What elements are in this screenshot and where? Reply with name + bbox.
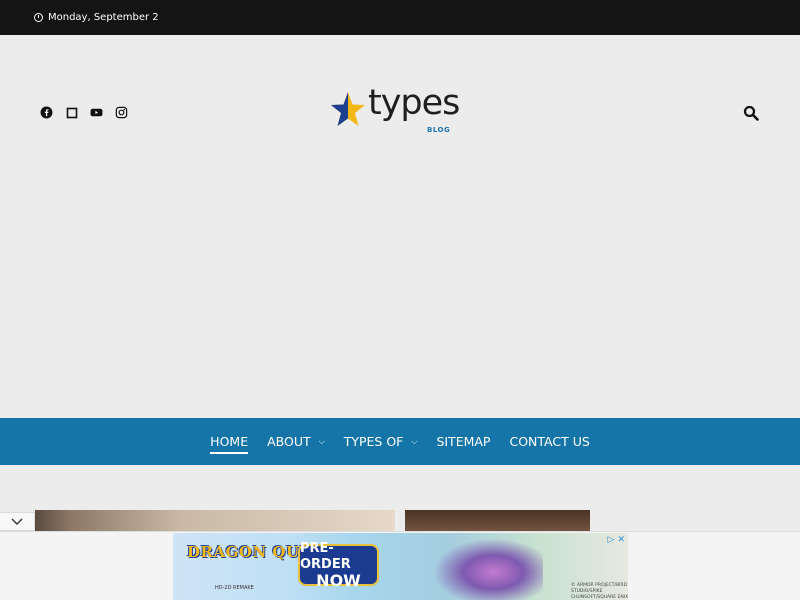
ad-badges: ▷ ✕ [608,535,625,545]
chevron-down-icon [11,518,23,525]
nav-item-types-of[interactable]: TYPES OF ⌵ [344,418,418,465]
star-icon [331,92,365,126]
nav-item-home[interactable]: HOME [210,418,248,465]
ad-credit: © ARMOR PROJECT/BIRD STUDIO/SPIKE CHUNSO… [571,583,628,600]
cta-line-2: NOW [316,571,361,590]
facebook-icon[interactable] [40,106,53,119]
youtube-icon[interactable] [90,106,103,119]
logo-tagline: BLOG [427,126,451,134]
ad-banner[interactable]: DRAGON QUEST III HD-2D REMAKE PRE-ORDER … [173,533,628,600]
ad-subtitle: HD-2D REMAKE [215,585,254,591]
preorder-button[interactable]: PRE-ORDER NOW [298,541,379,590]
site-logo[interactable]: types BLOG [330,83,460,138]
nav-item-label: SITEMAP [436,434,491,449]
square-icon[interactable] [65,106,78,119]
logo-wordmark: types [368,83,460,123]
ad-collapse-button[interactable] [0,512,35,531]
nav-item-about[interactable]: ABOUT ⌵ [267,418,325,465]
chevron-down-icon: ⌵ [318,436,325,446]
top-bar: Monday, September 2 [0,0,800,35]
instagram-icon[interactable] [115,106,128,119]
nav-item-label: TYPES OF [343,434,404,449]
nav-item-contact-us[interactable]: CONTACT US [509,418,589,465]
nav-item-label: HOME [210,434,249,449]
main-navigation: HOME ABOUT ⌵ TYPES OF ⌵ SITEMAP CONTACT … [0,418,800,465]
ad-artwork [433,538,543,600]
search-icon[interactable] [743,105,759,121]
adchoices-icon[interactable]: ▷ [608,535,615,545]
chevron-down-icon: ⌵ [411,436,418,446]
current-date: Monday, September 2 [48,12,159,23]
nav-item-label: ABOUT [267,434,311,449]
close-icon[interactable]: ✕ [617,535,625,545]
nav-item-label: CONTACT US [509,434,590,449]
cta-line-1: PRE-ORDER [300,541,351,572]
clock-icon [34,13,43,22]
nav-item-sitemap[interactable]: SITEMAP [436,418,490,465]
social-links [40,106,128,119]
